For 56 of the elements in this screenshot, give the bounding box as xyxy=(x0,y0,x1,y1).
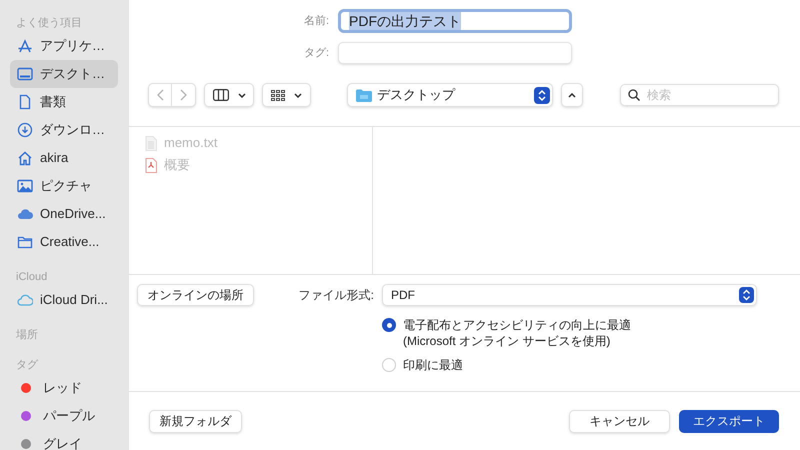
folder-icon xyxy=(356,88,372,102)
section-header: iCloud xyxy=(15,270,48,285)
sidebar-item[interactable]: レッド xyxy=(10,374,118,402)
tags-label: タグ: xyxy=(302,46,330,61)
sidebar-item[interactable]: akira xyxy=(10,144,118,172)
radio-button[interactable] xyxy=(382,318,396,332)
cloud-icon xyxy=(17,292,33,308)
expand-button[interactable] xyxy=(561,83,583,107)
text-file-icon xyxy=(145,136,157,150)
section-header: よく使う項目 xyxy=(15,16,82,31)
format-label: ファイル形式: xyxy=(298,287,375,304)
document-icon xyxy=(17,94,33,110)
app-store-icon xyxy=(17,38,33,54)
download-icon xyxy=(17,122,33,138)
grid-icon xyxy=(271,90,285,100)
cancel-button[interactable]: キャンセル xyxy=(569,410,670,432)
option-label: 印刷に最適 xyxy=(403,357,463,373)
sidebar-item[interactable]: Creative... xyxy=(10,228,118,256)
sidebar-item[interactable]: パープル xyxy=(10,402,118,430)
sidebar-item[interactable]: ピクチャ xyxy=(10,172,118,200)
section-header: 場所 xyxy=(15,328,38,343)
section-header: タグ xyxy=(15,358,38,373)
columns-icon xyxy=(212,89,228,101)
view-button[interactable] xyxy=(204,83,254,107)
sidebar-item[interactable]: OneDrive... xyxy=(10,200,118,228)
export-button[interactable]: エクスポート xyxy=(679,410,779,432)
sidebar-item[interactable]: アプリケ… xyxy=(10,32,118,60)
sidebar-item[interactable]: 書類 xyxy=(10,88,118,116)
format-popup[interactable]: PDF xyxy=(382,284,757,306)
option-note: (Microsoft オンライン サービスを使用) xyxy=(403,333,610,349)
pdf-file-icon xyxy=(145,158,157,172)
back-icon xyxy=(156,89,164,101)
name-label: 名前: xyxy=(302,14,330,29)
location-popup[interactable]: デスクトップ xyxy=(347,83,553,107)
image-icon xyxy=(17,178,33,194)
search-icon xyxy=(628,89,640,101)
new-folder-button[interactable]: 新規フォルダ xyxy=(149,410,242,432)
option-label: 電子配布とアクセシビリティの向上に最適 xyxy=(403,317,631,333)
online-locations-button[interactable]: オンラインの場所 xyxy=(137,284,254,306)
name-field[interactable]: PDFの出力テスト xyxy=(338,9,572,33)
chevron-up-icon xyxy=(568,92,576,98)
group-button[interactable] xyxy=(262,83,311,107)
radio-button[interactable] xyxy=(382,358,396,372)
tags-field[interactable] xyxy=(338,42,572,64)
folder-icon xyxy=(17,234,33,250)
chevron-down-icon xyxy=(238,92,246,98)
sidebar-item[interactable]: デスクト… xyxy=(10,60,118,88)
stepper-icon xyxy=(739,287,754,303)
chevron-down-icon xyxy=(294,92,302,98)
stepper-icon xyxy=(534,86,550,104)
forward-icon xyxy=(180,89,187,101)
sidebar-item[interactable]: グレイ xyxy=(10,430,118,450)
house-icon xyxy=(17,150,33,166)
sidebar-item[interactable]: ダウンロ… xyxy=(10,116,118,144)
display-icon xyxy=(17,66,33,82)
sidebar-item[interactable]: iCloud Dri... xyxy=(10,286,118,314)
